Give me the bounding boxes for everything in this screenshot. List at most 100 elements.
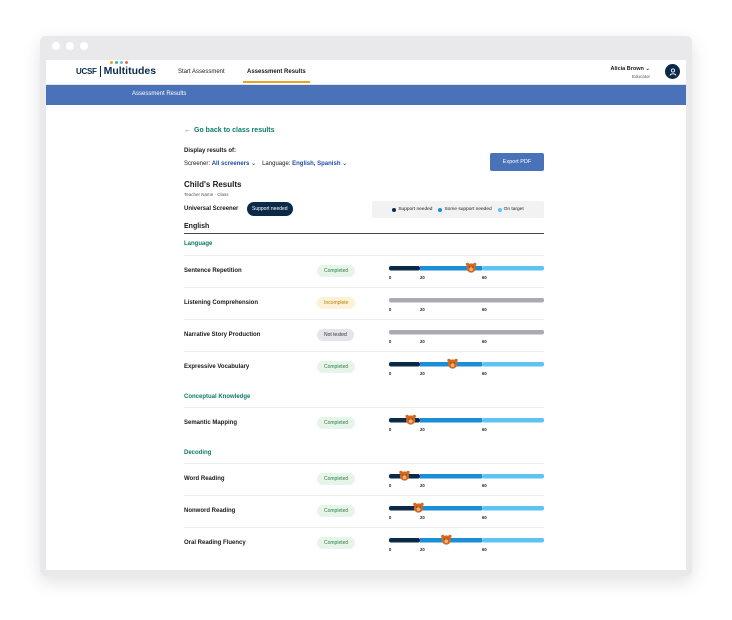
assessment-name: Listening Comprehension (184, 300, 259, 306)
bar-segment-on-target (482, 506, 544, 511)
assessment-name: Narrative Story Production (184, 332, 261, 338)
score-bar-graphic: 0 20 60 (389, 262, 544, 280)
user-menu[interactable]: Alicia Brown ⌄ Educator (611, 66, 650, 79)
chevron-down-icon: ⌄ (645, 66, 650, 72)
screener-filter[interactable]: Screener: All screeners ⌄ (184, 160, 256, 167)
score-bar-graphic: 0 20 60 (389, 298, 544, 312)
assessment-row[interactable]: Narrative Story Production Not tested 0 20 6… (184, 319, 544, 351)
assessment-name: Oral Reading Fluency (184, 540, 246, 546)
assessment-name: Semantic Mapping (184, 420, 238, 426)
scale-tick-label: 0 (389, 275, 392, 280)
section-title: Language (184, 241, 213, 247)
scale-tick-label: 20 (420, 371, 425, 376)
browser-window: UCSF Multitudes Start Assessment Assessm… (40, 36, 692, 576)
assessment-row[interactable]: Oral Reading Fluency Completed 0 20 60 (184, 527, 544, 559)
bar-segment-some-support (420, 474, 482, 479)
assessment-row[interactable]: Expressive Vocabulary Completed 0 20 60 (184, 351, 544, 383)
bear-marker-icon (413, 502, 424, 513)
arrow-left-icon: ← (184, 127, 191, 134)
bar-segment-untested (389, 330, 544, 335)
score-bar: 0 20 60 (389, 414, 544, 432)
assessment-row[interactable]: Nonword Reading Completed 0 20 60 (184, 495, 544, 527)
section-title: Decoding (184, 450, 212, 456)
window-dot-close[interactable] (52, 42, 60, 50)
status-badge: Support needed (247, 202, 293, 216)
score-bar: 0 20 60 (389, 470, 544, 488)
assessment-name: Expressive Vocabulary (184, 364, 250, 370)
scale-tick-label: 60 (482, 339, 487, 344)
logo-divider (99, 65, 101, 77)
bar-segment-on-target (482, 362, 544, 367)
bar-segment-support-needed (389, 362, 420, 367)
scale-tick-label: 60 (482, 547, 487, 552)
score-bar: 0 20 60 (389, 358, 544, 376)
assessment-name: Nonword Reading (184, 508, 236, 514)
status-badge: Completed (317, 473, 356, 485)
status-badge: Incomplete (317, 297, 356, 309)
score-bar: 0 20 60 (389, 262, 544, 280)
nav-assessment-results[interactable]: Assessment Results (243, 69, 310, 83)
app-logo[interactable]: UCSF Multitudes (76, 61, 156, 77)
top-navigation: UCSF Multitudes Start Assessment Assessm… (46, 60, 686, 85)
status-badge: Completed (317, 417, 356, 429)
user-role: Educator (631, 74, 650, 79)
score-bar-graphic: 0 20 60 (389, 534, 544, 552)
assessment-row[interactable]: Word Reading Completed 0 20 60 (184, 463, 544, 495)
score-bar-graphic: 0 20 60 (389, 470, 544, 488)
status-badge: Completed (317, 265, 356, 277)
legend-dot-icon (392, 207, 397, 212)
scale-tick-label: 20 (420, 427, 425, 432)
bar-segment-on-target (482, 418, 544, 423)
status-badge: Not tested (317, 329, 354, 341)
avatar[interactable] (665, 64, 680, 79)
scale-tick-label: 60 (482, 427, 487, 432)
score-bar: 0 20 60 (389, 298, 544, 312)
status-badge: Completed (317, 505, 356, 517)
scale-tick-label: 0 (389, 515, 392, 520)
logo-multitudes: Multitudes (104, 61, 156, 77)
chevron-down-icon: ⌄ (342, 161, 348, 167)
bear-marker-icon (465, 262, 477, 273)
bar-segment-some-support (420, 418, 482, 423)
score-bar-graphic: 0 20 60 (389, 414, 544, 432)
bear-marker-icon (399, 470, 410, 481)
scale-tick-label: 60 (482, 483, 487, 488)
bar-segment-support-needed (389, 266, 420, 271)
assessment-row[interactable]: Sentence Repetition Completed 0 20 60 (184, 255, 544, 287)
score-bar: 0 20 60 (389, 534, 544, 552)
window-dot-maximize[interactable] (80, 42, 88, 50)
bar-segment-untested (389, 298, 544, 303)
scale-tick-label: 60 (482, 371, 487, 376)
language-filter[interactable]: Language: English, Spanish ⌄ (262, 160, 347, 167)
bar-segment-support-needed (389, 418, 420, 423)
status-badge: Completed (317, 537, 356, 549)
score-bar: 0 20 60 (389, 330, 544, 344)
assessment-row[interactable]: Semantic Mapping Completed 0 20 60 (184, 407, 544, 439)
scale-tick-label: 0 (389, 307, 392, 312)
assessment-row[interactable]: Listening Comprehension Incomplete 0 20 60 (184, 287, 544, 319)
bear-marker-icon (447, 358, 458, 369)
scale-tick-label: 60 (482, 515, 487, 520)
bar-segment-some-support (420, 506, 482, 511)
scale-tick-label: 20 (420, 339, 425, 344)
nav-start-assessment[interactable]: Start Assessment (178, 69, 225, 75)
chevron-down-icon: ⌄ (251, 161, 257, 167)
score-bar-graphic: 0 20 60 (389, 502, 544, 520)
back-link[interactable]: ← Go back to class results (184, 127, 275, 134)
window-controls (52, 42, 88, 50)
child-results-title: Child's Results (184, 180, 242, 189)
bear-marker-icon (441, 534, 452, 545)
scale-tick-label: 60 (482, 307, 487, 312)
logo-ucsf: UCSF (76, 66, 97, 76)
legend-dot-icon (438, 207, 443, 212)
scale-tick-label: 0 (389, 483, 392, 488)
section-title: Conceptual Knowledge (184, 394, 251, 400)
scale-tick-label: 20 (420, 275, 425, 280)
back-link-label: Go back to class results (194, 127, 275, 134)
window-dot-minimize[interactable] (66, 42, 74, 50)
banner-title: Assessment Results (132, 91, 187, 97)
bar-segment-on-target (482, 538, 544, 543)
export-pdf-button[interactable]: Export PDF (490, 153, 544, 171)
scale-tick-label: 20 (420, 483, 425, 488)
user-name: Alicia Brown ⌄ (610, 66, 650, 72)
